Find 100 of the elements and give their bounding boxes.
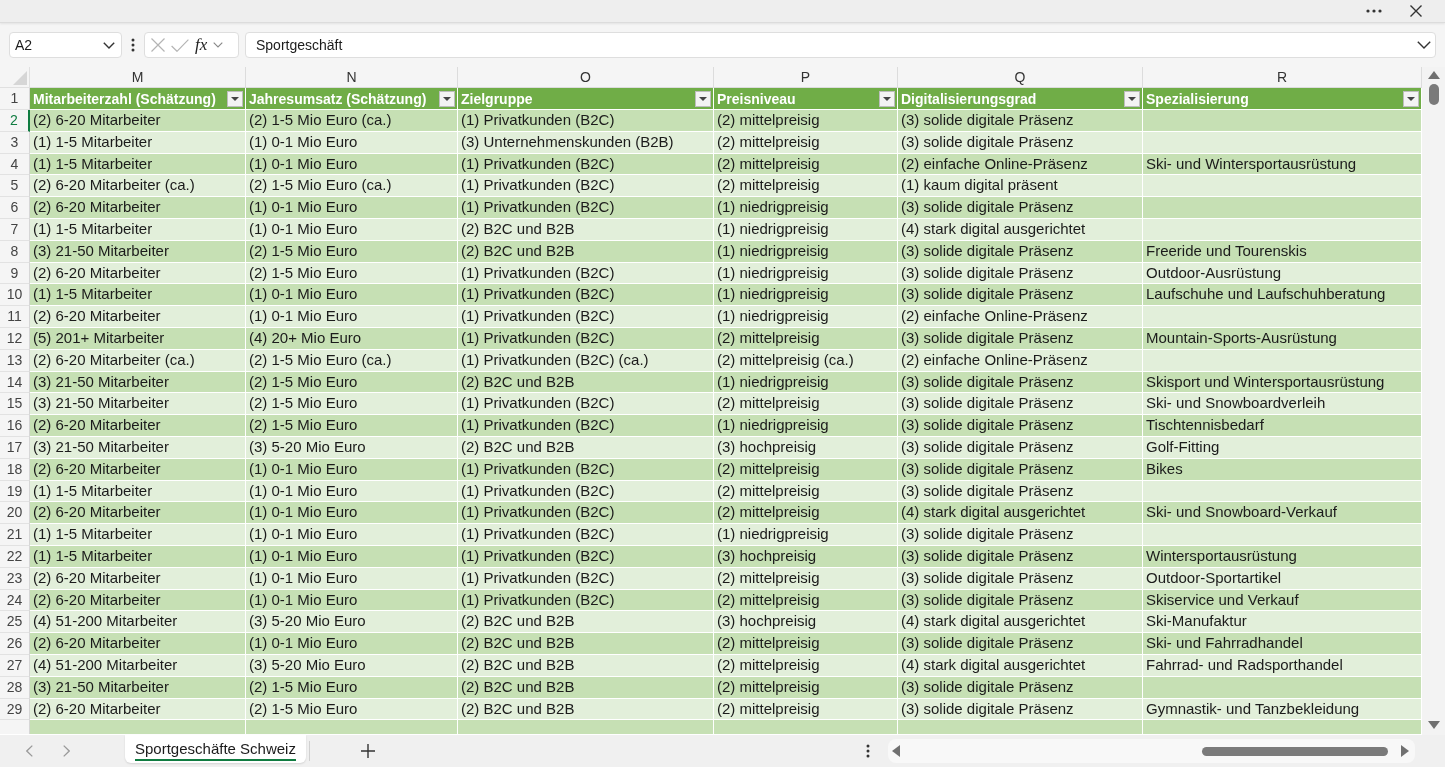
- table-cell: (2) mittelpreisig: [714, 589, 898, 612]
- caret-down-icon: [699, 96, 707, 101]
- table-cell: (5) 201+ Mitarbeiter: [30, 327, 246, 350]
- table-cell: Tischtennisbedarf: [1143, 415, 1422, 437]
- vertical-dots-icon[interactable]: [865, 744, 870, 758]
- table-cell: (2) mittelpreisig: [714, 480, 898, 503]
- row-header[interactable]: 8: [0, 240, 30, 263]
- row-header[interactable]: 19: [0, 480, 30, 503]
- row-header[interactable]: 4: [0, 153, 30, 176]
- row-header[interactable]: 14: [0, 371, 30, 394]
- table-cell: (2) 6-20 Mitarbeiter: [30, 698, 246, 721]
- filter-button[interactable]: [1124, 90, 1140, 107]
- row-header[interactable]: 17: [0, 436, 30, 459]
- table-cell: (2) 1-5 Mio Euro: [246, 393, 458, 416]
- expand-chevron-icon[interactable]: [1417, 41, 1431, 49]
- caret-down-icon: [883, 96, 891, 101]
- scroll-thumb[interactable]: [1201, 746, 1388, 756]
- row-header[interactable]: 2: [0, 110, 30, 132]
- row-header[interactable]: 11: [0, 306, 30, 328]
- table-cell: (3) solide digitale Präsenz: [898, 480, 1143, 503]
- table-cell: (1) Privatkunden (B2C): [458, 284, 714, 307]
- caret-down-icon: [1128, 96, 1136, 101]
- table-cell: (2) 1-5 Mio Euro: [246, 240, 458, 263]
- row-header[interactable]: 26: [0, 633, 30, 655]
- table-cell: (2) mittelpreisig: [714, 654, 898, 677]
- chevron-down-icon[interactable]: [103, 41, 115, 49]
- row-header[interactable]: 20: [0, 502, 30, 525]
- plus-icon[interactable]: [360, 744, 375, 758]
- table-cell: (2) 6-20 Mitarbeiter: [30, 306, 246, 328]
- row-header[interactable]: 6: [0, 197, 30, 219]
- table-cell: (2) einfache Online-Präsenz: [898, 306, 1143, 328]
- chevron-right-icon[interactable]: [63, 745, 70, 757]
- table-cell: (1) 0-1 Mio Euro: [246, 545, 458, 568]
- filter-button[interactable]: [439, 90, 455, 107]
- table-cell: (2) 6-20 Mitarbeiter (ca.): [30, 175, 246, 198]
- table-cell: (2) 1-5 Mio Euro (ca.): [246, 175, 458, 198]
- filter-button[interactable]: [879, 90, 895, 107]
- table-cell: (1) niedrigpreisig: [714, 197, 898, 219]
- table-cell: (3) solide digitale Präsenz: [898, 371, 1143, 394]
- table-cell: (2) mittelpreisig: [714, 633, 898, 655]
- table-cell: (1) 0-1 Mio Euro: [246, 153, 458, 176]
- table-cell: (3) solide digitale Präsenz: [898, 524, 1143, 546]
- table-cell: (1) Privatkunden (B2C): [458, 393, 714, 416]
- row-header[interactable]: 23: [0, 567, 30, 590]
- scroll-down-icon[interactable]: [1427, 721, 1440, 729]
- table-cell: Skiservice und Verkauf: [1143, 589, 1422, 612]
- row-header[interactable]: 29: [0, 698, 30, 721]
- table-cell: Mountain-Sports-Ausrüstung: [1143, 327, 1422, 350]
- row-header[interactable]: 5: [0, 175, 30, 198]
- row-header[interactable]: 13: [0, 349, 30, 372]
- table-cell: (2) B2C und B2B: [458, 240, 714, 263]
- scroll-right-icon[interactable]: [1400, 745, 1409, 757]
- row-header[interactable]: 24: [0, 589, 30, 612]
- table-cell: (2) einfache Online-Präsenz: [898, 153, 1143, 176]
- row-header[interactable]: 22: [0, 545, 30, 568]
- checkmark-icon[interactable]: [171, 38, 189, 52]
- scroll-left-icon[interactable]: [891, 745, 900, 757]
- table-cell: (3) hochpreisig: [714, 545, 898, 568]
- more-options-icon[interactable]: [1366, 9, 1382, 13]
- table-cell: (1) 1-5 Mitarbeiter: [30, 284, 246, 307]
- formula-input[interactable]: Sportgeschäft: [245, 32, 1436, 58]
- table-cell: (2) 1-5 Mio Euro: [246, 676, 458, 699]
- table-cell: Laufschuhe und Laufschuhberatung: [1143, 284, 1422, 307]
- filter-button[interactable]: [1403, 90, 1419, 107]
- row-header[interactable]: 21: [0, 524, 30, 546]
- table-cell: (1) Privatkunden (B2C): [458, 567, 714, 590]
- row-header[interactable]: 15: [0, 393, 30, 416]
- horizontal-scrollbar[interactable]: [887, 739, 1415, 763]
- row-header[interactable]: 9: [0, 262, 30, 285]
- row-header[interactable]: 1: [0, 88, 30, 110]
- row-header[interactable]: 12: [0, 327, 30, 350]
- close-icon[interactable]: [1410, 5, 1422, 17]
- scroll-thumb[interactable]: [1428, 84, 1439, 105]
- table-cell: Bikes: [1143, 458, 1422, 481]
- sheet-tab[interactable]: Sportgeschäfte Schweiz: [125, 735, 306, 763]
- table-cell: (1) Privatkunden (B2C): [458, 153, 714, 176]
- row-header[interactable]: 3: [0, 131, 30, 154]
- scroll-up-icon[interactable]: [1427, 71, 1440, 79]
- table-cell: (1) Privatkunden (B2C): [458, 524, 714, 546]
- table-cell: (3) 21-50 Mitarbeiter: [30, 436, 246, 459]
- chevron-left-icon[interactable]: [26, 745, 33, 757]
- name-box[interactable]: A2: [9, 32, 122, 58]
- row-header[interactable]: 10: [0, 284, 30, 307]
- row-header[interactable]: 7: [0, 219, 30, 241]
- filter-button[interactable]: [695, 90, 711, 107]
- vertical-dots-icon[interactable]: [131, 38, 135, 52]
- row-header[interactable]: 25: [0, 611, 30, 634]
- row-header[interactable]: 18: [0, 458, 30, 481]
- table-cell: (4) 51-200 Mitarbeiter: [30, 654, 246, 677]
- filter-button[interactable]: [227, 90, 243, 107]
- table-cell: (3) solide digitale Präsenz: [898, 284, 1143, 307]
- row-header[interactable]: 16: [0, 415, 30, 437]
- row-header[interactable]: 28: [0, 676, 30, 699]
- table-cell: (2) mittelpreisig: [714, 175, 898, 198]
- row-header[interactable]: 27: [0, 654, 30, 677]
- table-cell: (1) niedrigpreisig: [714, 524, 898, 546]
- table-cell: (2) mittelpreisig: [714, 567, 898, 590]
- insert-function-button[interactable]: fx: [195, 35, 208, 55]
- table-cell: (2) 1-5 Mio Euro (ca.): [246, 110, 458, 132]
- table-cell: (2) 6-20 Mitarbeiter: [30, 197, 246, 219]
